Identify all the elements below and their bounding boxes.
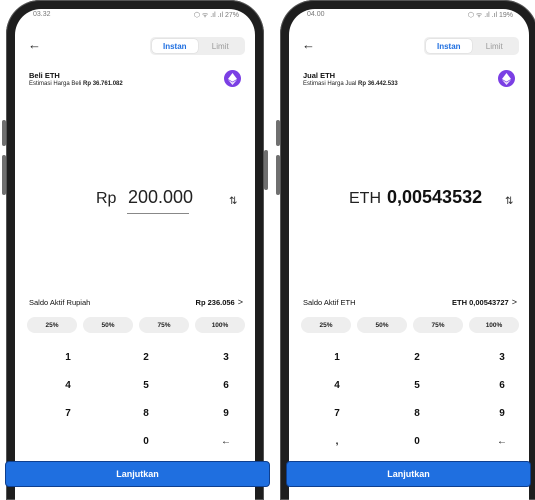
swap-icon[interactable]: ⇅ [229, 196, 237, 207]
key-0[interactable]: 0 [126, 431, 166, 451]
swap-icon[interactable]: ⇅ [505, 196, 513, 207]
key-empty [48, 431, 88, 451]
amount-input[interactable]: 0,00543532 [387, 187, 482, 208]
back-arrow-icon[interactable]: ← [28, 38, 41, 51]
key-comma[interactable]: , [317, 431, 357, 451]
percent-row: 25% 50% 75% 100% [301, 317, 519, 333]
continue-button-sell[interactable]: Lanjutkan [286, 461, 531, 487]
percent-75-button[interactable]: 75% [139, 317, 189, 333]
volume-up-button [276, 120, 280, 146]
phone-sell: 04.00 ⬡ ᯤ .ıl .ıl 19% ← Instan Limit Jua… [276, 0, 535, 500]
key-1[interactable]: 1 [317, 347, 357, 367]
tab-instan[interactable]: Instan [152, 39, 198, 53]
key-8[interactable]: 8 [397, 403, 437, 423]
chevron-right-icon: > [237, 297, 243, 307]
tab-limit[interactable]: Limit [472, 39, 518, 53]
tab-limit[interactable]: Limit [198, 39, 244, 53]
status-time: 04.00 [307, 11, 325, 18]
balance-row: Saldo Aktif ETH ETH 0,00543727 > [303, 297, 517, 307]
key-8[interactable]: 8 [126, 403, 166, 423]
percent-25-button[interactable]: 25% [301, 317, 351, 333]
key-9[interactable]: 9 [482, 403, 522, 423]
tab-instan[interactable]: Instan [426, 39, 472, 53]
balance-label: Saldo Aktif ETH [303, 297, 356, 307]
key-4[interactable]: 4 [48, 375, 88, 395]
status-bar: 04.00 ⬡ ᯤ .ıl .ıl 19% [289, 9, 529, 23]
balance-value[interactable]: ETH 0,00543727 > [452, 297, 517, 307]
buy-screen: 03.32 ⬡ ᯤ .ıl .ıl 27% ← Instan Limit Bel… [15, 9, 255, 500]
key-2[interactable]: 2 [397, 347, 437, 367]
balance-value[interactable]: Rp 236.056 > [196, 297, 243, 307]
amount-underline [127, 213, 189, 214]
percent-100-button[interactable]: 100% [195, 317, 245, 333]
estimate-label: Estimasi Harga Beli [29, 81, 82, 87]
chevron-right-icon: > [511, 297, 517, 307]
order-type-toggle: Instan Limit [424, 37, 519, 55]
estimate-label: Estimasi Harga Jual [303, 81, 357, 87]
key-6[interactable]: 6 [482, 375, 522, 395]
percent-25-button[interactable]: 25% [27, 317, 77, 333]
key-5[interactable]: 5 [397, 375, 437, 395]
ethereum-icon[interactable] [498, 70, 515, 87]
percent-row: 25% 50% 75% 100% [27, 317, 245, 333]
key-5[interactable]: 5 [126, 375, 166, 395]
amount-currency: Rp [96, 190, 117, 207]
key-0[interactable]: 0 [397, 431, 437, 451]
volume-down-button [276, 155, 280, 195]
key-3[interactable]: 3 [482, 347, 522, 367]
status-time: 03.32 [33, 11, 51, 18]
balance-label: Saldo Aktif Rupiah [29, 297, 91, 307]
backspace-icon[interactable]: ← [482, 431, 522, 451]
key-6[interactable]: 6 [206, 375, 246, 395]
percent-50-button[interactable]: 50% [357, 317, 407, 333]
amount-input[interactable]: 200.000 [128, 187, 193, 208]
ethereum-icon[interactable] [224, 70, 241, 87]
percent-50-button[interactable]: 50% [83, 317, 133, 333]
backspace-icon[interactable]: ← [206, 431, 246, 451]
status-indicators: ⬡ ᯤ .ıl .ıl 19% [467, 12, 513, 19]
estimate-price: Estimasi Harga Jual Rp 36.442.533 [303, 81, 398, 87]
sell-screen: 04.00 ⬡ ᯤ .ıl .ıl 19% ← Instan Limit Jua… [289, 9, 529, 500]
estimate-value: Rp 36.761.082 [83, 81, 123, 87]
key-7[interactable]: 7 [317, 403, 357, 423]
estimate-price: Estimasi Harga Beli Rp 36.761.082 [29, 81, 123, 87]
estimate-value: Rp 36.442.533 [358, 81, 398, 87]
trade-title: Jual ETH [303, 71, 336, 80]
key-1[interactable]: 1 [48, 347, 88, 367]
key-2[interactable]: 2 [126, 347, 166, 367]
key-7[interactable]: 7 [48, 403, 88, 423]
balance-row: Saldo Aktif Rupiah Rp 236.056 > [29, 297, 243, 307]
volume-up-button [2, 120, 6, 146]
order-type-toggle: Instan Limit [150, 37, 245, 55]
key-3[interactable]: 3 [206, 347, 246, 367]
continue-button-buy[interactable]: Lanjutkan [5, 461, 270, 487]
trade-title: Beli ETH [29, 71, 60, 80]
phone-buy: 03.32 ⬡ ᯤ .ıl .ıl 27% ← Instan Limit Bel… [2, 0, 268, 500]
amount-currency: ETH [349, 190, 381, 207]
status-bar: 03.32 ⬡ ᯤ .ıl .ıl 27% [15, 9, 255, 23]
back-arrow-icon[interactable]: ← [302, 38, 315, 51]
power-button [264, 150, 268, 190]
percent-100-button[interactable]: 100% [469, 317, 519, 333]
key-9[interactable]: 9 [206, 403, 246, 423]
key-4[interactable]: 4 [317, 375, 357, 395]
volume-down-button [2, 155, 6, 195]
status-indicators: ⬡ ᯤ .ıl .ıl 27% [193, 12, 239, 19]
percent-75-button[interactable]: 75% [413, 317, 463, 333]
